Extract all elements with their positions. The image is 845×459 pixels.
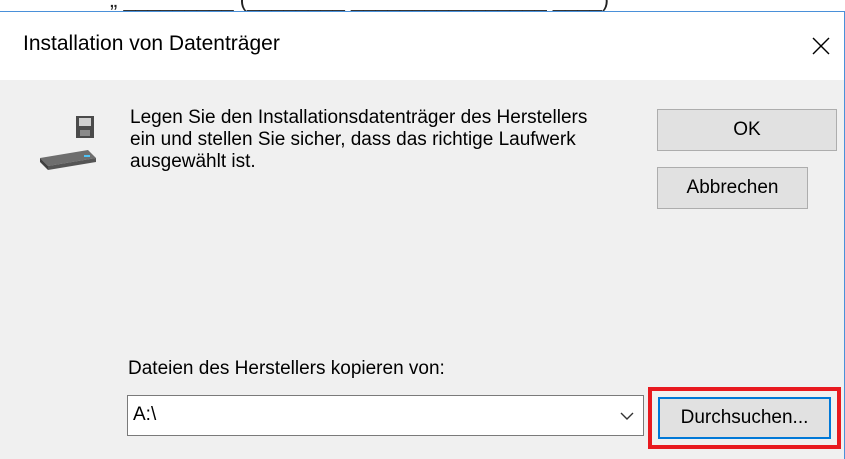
ok-button[interactable]: OK xyxy=(657,109,837,151)
cancel-button[interactable]: Abbrechen xyxy=(657,167,808,209)
path-value: A:\ xyxy=(133,404,157,425)
chevron-down-icon[interactable] xyxy=(619,408,635,424)
instruction-text: Legen Sie den Installationsdatenträger d… xyxy=(130,107,588,172)
copy-from-label: Dateien des Herstellers kopieren von: xyxy=(128,358,445,379)
browse-button[interactable]: Durchsuchen... xyxy=(658,397,831,439)
disk-drive-icon xyxy=(40,116,96,170)
copy-from-combobox[interactable]: A:\ xyxy=(127,395,644,436)
install-from-disk-dialog: Installation von Datenträger Legen Sie d… xyxy=(0,11,845,459)
dialog-title: Installation von Datenträger xyxy=(23,32,280,55)
close-button[interactable] xyxy=(798,12,844,80)
close-icon xyxy=(812,37,830,55)
screenshot: „ _________ (________ ________________ _… xyxy=(0,0,845,459)
top-cropped-text: „ _________ (________ ________________ _… xyxy=(0,0,845,11)
title-bar: Installation von Datenträger xyxy=(0,12,844,80)
